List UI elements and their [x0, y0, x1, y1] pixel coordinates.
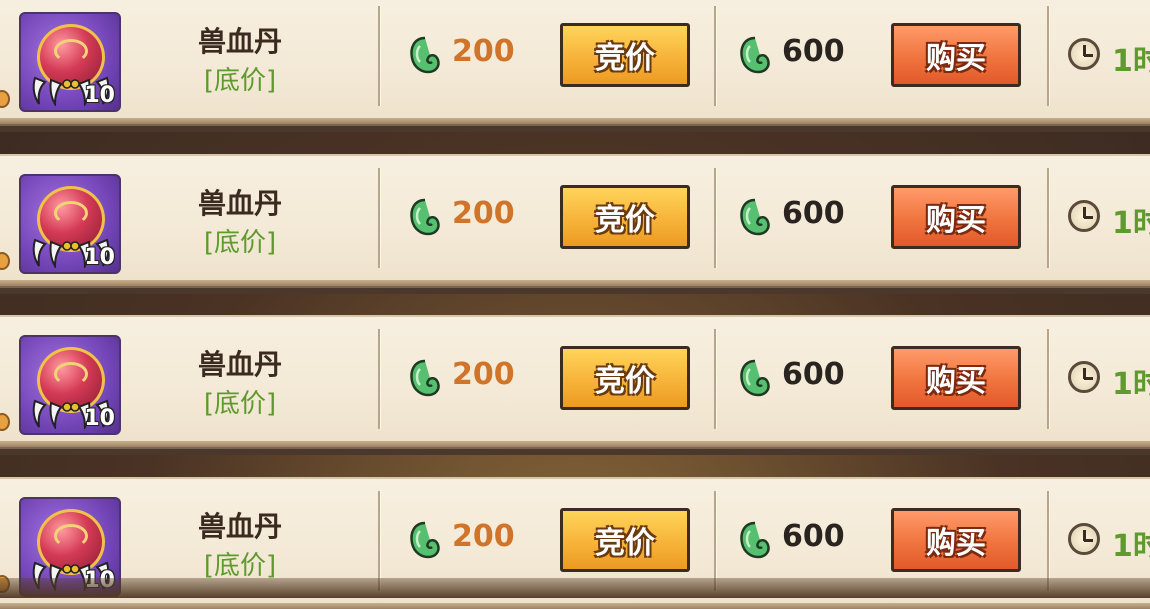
remaining-time: 1时	[1112, 529, 1150, 564]
clock-icon	[1068, 523, 1100, 555]
remaining-time: 1时	[1112, 44, 1150, 79]
jade-coin-icon	[740, 521, 770, 559]
item-icon-slot[interactable]: 10	[19, 174, 121, 274]
auction-row: 10 兽血丹 [底价] 200 竞价 600 购买 1时	[0, 0, 1150, 124]
buy-button[interactable]: 购买	[891, 23, 1021, 87]
buy-button[interactable]: 购买	[891, 508, 1021, 572]
column-divider	[1047, 329, 1049, 429]
buy-price: 600	[782, 519, 845, 554]
jade-coin-icon	[410, 198, 440, 236]
jade-coin-icon	[410, 521, 440, 559]
item-name: 兽血丹	[197, 187, 282, 220]
column-divider	[1047, 6, 1049, 106]
item-name: 兽血丹	[197, 348, 282, 381]
buy-price: 600	[782, 34, 845, 69]
price-tag-label: [底价]	[203, 66, 277, 96]
bid-button[interactable]: 竞价	[560, 185, 690, 249]
bid-button[interactable]: 竞价	[560, 508, 690, 572]
column-divider	[378, 491, 380, 591]
column-divider	[378, 6, 380, 106]
bid-price: 200	[452, 519, 515, 554]
item-quantity: 10	[84, 83, 115, 108]
bid-price: 200	[452, 196, 515, 231]
jade-coin-icon	[740, 198, 770, 236]
bid-price: 200	[452, 34, 515, 69]
item-icon-slot[interactable]: 10	[19, 12, 121, 112]
remaining-time: 1时	[1112, 367, 1150, 402]
column-divider	[714, 168, 716, 268]
row-notch	[0, 90, 10, 108]
jade-coin-icon	[410, 359, 440, 397]
item-quantity: 10	[84, 245, 115, 270]
jade-coin-icon	[740, 359, 770, 397]
column-divider	[714, 491, 716, 591]
item-name: 兽血丹	[197, 25, 282, 58]
jade-coin-icon	[410, 36, 440, 74]
jade-coin-icon	[740, 36, 770, 74]
buy-button[interactable]: 购买	[891, 346, 1021, 410]
price-tag-label: [底价]	[203, 228, 277, 258]
column-divider	[714, 329, 716, 429]
item-quantity: 10	[84, 406, 115, 431]
buy-price: 600	[782, 196, 845, 231]
bottom-shade	[0, 578, 1150, 598]
clock-icon	[1068, 361, 1100, 393]
item-icon-slot[interactable]: 10	[19, 335, 121, 435]
clock-icon	[1068, 38, 1100, 70]
column-divider	[378, 329, 380, 429]
price-tag-label: [底价]	[203, 389, 277, 419]
column-divider	[1047, 168, 1049, 268]
buy-price: 600	[782, 357, 845, 392]
column-divider	[1047, 491, 1049, 591]
price-tag-label: [底价]	[203, 551, 277, 581]
column-divider	[714, 6, 716, 106]
auction-row: 10 兽血丹 [底价] 200 竞价 600 购买 1时	[0, 154, 1150, 286]
remaining-time: 1时	[1112, 206, 1150, 241]
bid-button[interactable]: 竞价	[560, 23, 690, 87]
auction-row: 10 兽血丹 [底价] 200 竞价 600 购买 1时	[0, 315, 1150, 447]
buy-button[interactable]: 购买	[891, 185, 1021, 249]
bid-price: 200	[452, 357, 515, 392]
bid-button[interactable]: 竞价	[560, 346, 690, 410]
item-name: 兽血丹	[197, 510, 282, 543]
row-notch	[0, 252, 10, 270]
clock-icon	[1068, 200, 1100, 232]
column-divider	[378, 168, 380, 268]
row-notch	[0, 413, 10, 431]
